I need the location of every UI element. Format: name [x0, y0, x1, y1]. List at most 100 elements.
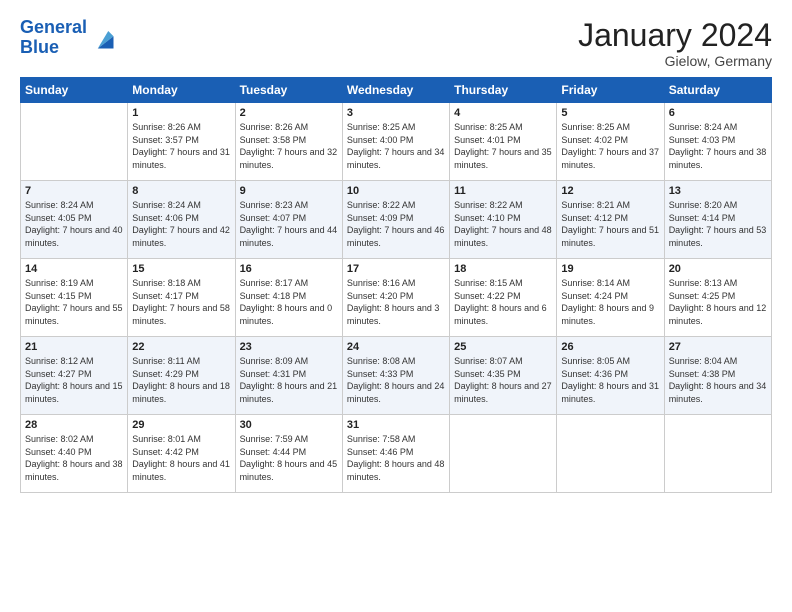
day-number: 5 — [561, 107, 659, 119]
cell-content: Sunrise: 8:20 AMSunset: 4:14 PMDaylight:… — [669, 199, 767, 249]
day-number: 12 — [561, 185, 659, 197]
cell-4-4 — [450, 415, 557, 493]
cell-0-4: 4 Sunrise: 8:25 AMSunset: 4:01 PMDaylight… — [450, 103, 557, 181]
logo: General Blue — [20, 18, 117, 58]
day-number: 9 — [240, 185, 338, 197]
cell-2-5: 19 Sunrise: 8:14 AMSunset: 4:24 PMDayligh… — [557, 259, 664, 337]
cell-2-3: 17 Sunrise: 8:16 AMSunset: 4:20 PMDayligh… — [342, 259, 449, 337]
cell-1-1: 8Sunrise: 8:24 AMSunset: 4:06 PMDaylight… — [128, 181, 235, 259]
cell-content: Sunrise: 8:11 AMSunset: 4:29 PMDaylight:… — [132, 355, 230, 405]
cell-0-0 — [21, 103, 128, 181]
cell-0-5: 5 Sunrise: 8:25 AMSunset: 4:02 PMDaylight… — [557, 103, 664, 181]
cell-content: Sunrise: 8:09 AMSunset: 4:31 PMDaylight:… — [240, 355, 338, 405]
day-number: 13 — [669, 185, 767, 197]
cell-0-3: 3Sunrise: 8:25 AMSunset: 4:00 PMDaylight… — [342, 103, 449, 181]
cell-3-1: 22Sunrise: 8:11 AMSunset: 4:29 PMDayligh… — [128, 337, 235, 415]
header: General Blue January 2024 Gielow, German… — [20, 18, 772, 69]
day-number: 19 — [561, 263, 659, 275]
cell-content: Sunrise: 8:24 AMSunset: 4:03 PMDaylight:… — [669, 121, 767, 171]
cell-content: Sunrise: 8:21 AMSunset: 4:12 PMDaylight:… — [561, 199, 659, 249]
cell-content: Sunrise: 8:13 AMSunset: 4:25 PMDaylight:… — [669, 277, 767, 327]
cell-content: Sunrise: 8:25 AMSunset: 4:02 PMDaylight:… — [561, 121, 659, 171]
header-sunday: Sunday — [21, 78, 128, 103]
day-number: 2 — [240, 107, 338, 119]
cell-content: Sunrise: 8:08 AMSunset: 4:33 PMDaylight:… — [347, 355, 445, 405]
cell-4-6 — [664, 415, 771, 493]
day-number: 7 — [25, 185, 123, 197]
page: General Blue January 2024 Gielow, German… — [0, 0, 792, 612]
cell-content: Sunrise: 8:22 AMSunset: 4:09 PMDaylight:… — [347, 199, 445, 249]
day-number: 15 — [132, 263, 230, 275]
day-number: 11 — [454, 185, 552, 197]
cell-content: Sunrise: 8:01 AMSunset: 4:42 PMDaylight:… — [132, 433, 230, 483]
cell-3-0: 21Sunrise: 8:12 AMSunset: 4:27 PMDayligh… — [21, 337, 128, 415]
day-number: 28 — [25, 419, 123, 431]
cell-content: Sunrise: 8:25 AMSunset: 4:01 PMDaylight:… — [454, 121, 552, 171]
week-row-3: 21Sunrise: 8:12 AMSunset: 4:27 PMDayligh… — [21, 337, 772, 415]
cell-4-5 — [557, 415, 664, 493]
cell-content: Sunrise: 8:19 AMSunset: 4:15 PMDaylight:… — [25, 277, 123, 327]
day-number: 25 — [454, 341, 552, 353]
cell-0-6: 6 Sunrise: 8:24 AMSunset: 4:03 PMDaylight… — [664, 103, 771, 181]
cell-content: Sunrise: 7:58 AMSunset: 4:46 PMDaylight:… — [347, 433, 445, 483]
logo-icon — [89, 24, 117, 52]
logo-line2: Blue — [20, 37, 59, 57]
cell-content: Sunrise: 8:15 AMSunset: 4:22 PMDaylight:… — [454, 277, 552, 327]
logo-text: General Blue — [20, 18, 87, 58]
month-title: January 2024 — [578, 18, 772, 53]
cell-4-1: 29Sunrise: 8:01 AMSunset: 4:42 PMDayligh… — [128, 415, 235, 493]
cell-0-2: 2 Sunrise: 8:26 AMSunset: 3:58 PMDaylight… — [235, 103, 342, 181]
day-number: 20 — [669, 263, 767, 275]
day-number: 3 — [347, 107, 445, 119]
day-number: 23 — [240, 341, 338, 353]
cell-content: Sunrise: 8:05 AMSunset: 4:36 PMDaylight:… — [561, 355, 659, 405]
day-number: 6 — [669, 107, 767, 119]
cell-content: Sunrise: 8:14 AMSunset: 4:24 PMDaylight:… — [561, 277, 659, 327]
day-number: 31 — [347, 419, 445, 431]
cell-1-5: 12 Sunrise: 8:21 AMSunset: 4:12 PMDayligh… — [557, 181, 664, 259]
cell-1-3: 10 Sunrise: 8:22 AMSunset: 4:09 PMDayligh… — [342, 181, 449, 259]
cell-3-3: 24Sunrise: 8:08 AMSunset: 4:33 PMDayligh… — [342, 337, 449, 415]
logo-line1: General — [20, 17, 87, 37]
title-block: January 2024 Gielow, Germany — [578, 18, 772, 69]
week-row-2: 14Sunrise: 8:19 AMSunset: 4:15 PMDayligh… — [21, 259, 772, 337]
cell-1-4: 11Sunrise: 8:22 AMSunset: 4:10 PMDayligh… — [450, 181, 557, 259]
cell-content: Sunrise: 8:07 AMSunset: 4:35 PMDaylight:… — [454, 355, 552, 405]
cell-content: Sunrise: 8:16 AMSunset: 4:20 PMDaylight:… — [347, 277, 445, 327]
day-number: 30 — [240, 419, 338, 431]
header-saturday: Saturday — [664, 78, 771, 103]
week-row-0: 1 Sunrise: 8:26 AMSunset: 3:57 PMDaylight… — [21, 103, 772, 181]
cell-content: Sunrise: 8:02 AMSunset: 4:40 PMDaylight:… — [25, 433, 123, 483]
day-number: 1 — [132, 107, 230, 119]
day-number: 17 — [347, 263, 445, 275]
cell-1-6: 13 Sunrise: 8:20 AMSunset: 4:14 PMDayligh… — [664, 181, 771, 259]
cell-4-2: 30Sunrise: 7:59 AMSunset: 4:44 PMDayligh… — [235, 415, 342, 493]
day-number: 26 — [561, 341, 659, 353]
cell-3-6: 27 Sunrise: 8:04 AMSunset: 4:38 PMDayligh… — [664, 337, 771, 415]
day-number: 21 — [25, 341, 123, 353]
day-number: 4 — [454, 107, 552, 119]
cell-3-4: 25 Sunrise: 8:07 AMSunset: 4:35 PMDayligh… — [450, 337, 557, 415]
cell-2-4: 18Sunrise: 8:15 AMSunset: 4:22 PMDayligh… — [450, 259, 557, 337]
day-number: 8 — [132, 185, 230, 197]
cell-content: Sunrise: 8:04 AMSunset: 4:38 PMDaylight:… — [669, 355, 767, 405]
header-tuesday: Tuesday — [235, 78, 342, 103]
cell-2-0: 14Sunrise: 8:19 AMSunset: 4:15 PMDayligh… — [21, 259, 128, 337]
cell-content: Sunrise: 8:18 AMSunset: 4:17 PMDaylight:… — [132, 277, 230, 327]
cell-content: Sunrise: 8:17 AMSunset: 4:18 PMDaylight:… — [240, 277, 338, 327]
day-number: 27 — [669, 341, 767, 353]
week-row-1: 7 Sunrise: 8:24 AMSunset: 4:05 PMDaylight… — [21, 181, 772, 259]
cell-1-2: 9Sunrise: 8:23 AMSunset: 4:07 PMDaylight… — [235, 181, 342, 259]
cell-0-1: 1 Sunrise: 8:26 AMSunset: 3:57 PMDaylight… — [128, 103, 235, 181]
day-number: 16 — [240, 263, 338, 275]
cell-content: Sunrise: 8:26 AMSunset: 3:58 PMDaylight:… — [240, 121, 338, 171]
day-number: 10 — [347, 185, 445, 197]
cell-content: Sunrise: 8:24 AMSunset: 4:05 PMDaylight:… — [25, 199, 123, 249]
cell-4-3: 31 Sunrise: 7:58 AMSunset: 4:46 PMDayligh… — [342, 415, 449, 493]
cell-content: Sunrise: 8:26 AMSunset: 3:57 PMDaylight:… — [132, 121, 230, 171]
location: Gielow, Germany — [578, 53, 772, 69]
header-thursday: Thursday — [450, 78, 557, 103]
cell-3-2: 23 Sunrise: 8:09 AMSunset: 4:31 PMDayligh… — [235, 337, 342, 415]
week-row-4: 28 Sunrise: 8:02 AMSunset: 4:40 PMDayligh… — [21, 415, 772, 493]
cell-3-5: 26 Sunrise: 8:05 AMSunset: 4:36 PMDayligh… — [557, 337, 664, 415]
